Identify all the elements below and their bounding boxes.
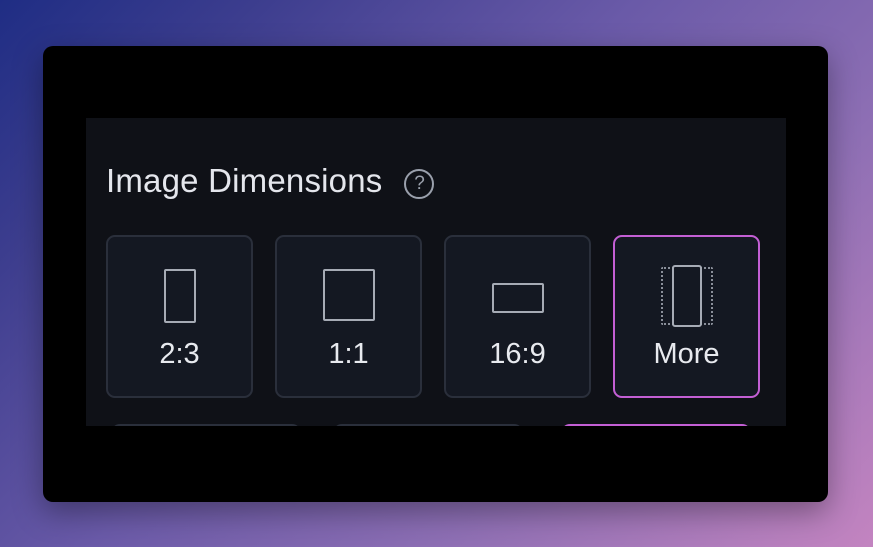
next-row-option[interactable] (333, 424, 523, 426)
aspect-ratio-options: 2:3 1:1 16:9 More (106, 235, 760, 398)
image-dimensions-panel: Image Dimensions ? 2:3 1:1 16:9 More (86, 118, 786, 426)
square-aspect-icon (322, 269, 375, 321)
aspect-option-1-1[interactable]: 1:1 (275, 235, 422, 398)
aspect-option-16-9[interactable]: 16:9 (444, 235, 591, 398)
landscape-aspect-icon (491, 283, 544, 313)
solid-frame (671, 265, 702, 327)
aspect-option-label: 16:9 (489, 338, 546, 370)
help-icon[interactable]: ? (404, 169, 435, 199)
aspect-option-2-3[interactable]: 2:3 (106, 235, 253, 398)
aspect-option-label: More (653, 338, 720, 370)
more-aspects-icon (660, 265, 713, 327)
aspect-option-label: 1:1 (328, 338, 369, 370)
app-window: Image Dimensions ? 2:3 1:1 16:9 More (43, 46, 828, 502)
section-title: Image Dimensions (106, 162, 383, 199)
next-row-option-selected[interactable] (561, 424, 751, 426)
section-header: Image Dimensions ? (106, 162, 435, 200)
next-row-option[interactable] (111, 424, 301, 426)
aspect-option-more[interactable]: More (613, 235, 760, 398)
portrait-aspect-icon (163, 269, 196, 323)
aspect-option-label: 2:3 (159, 338, 200, 370)
